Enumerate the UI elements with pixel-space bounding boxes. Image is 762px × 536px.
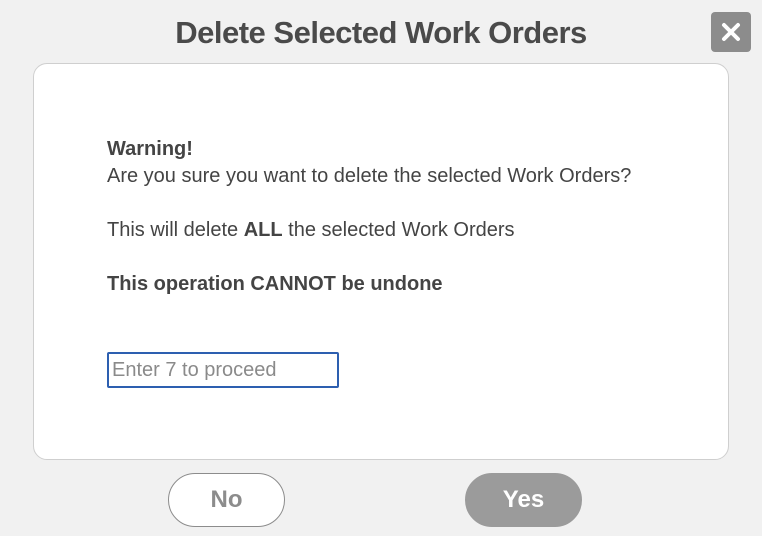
delete-all-notice: This will delete ALL the selected Work O… — [107, 217, 515, 244]
confirm-number-input[interactable] — [107, 352, 339, 388]
yes-button[interactable]: Yes — [465, 473, 582, 527]
warning-question: Are you sure you want to delete the sele… — [107, 165, 632, 187]
delete-all-prefix: This will delete — [107, 219, 244, 241]
close-button[interactable] — [711, 12, 751, 52]
no-button[interactable]: No — [168, 473, 285, 527]
dialog-title: Delete Selected Work Orders — [175, 15, 587, 50]
delete-all-suffix: the selected Work Orders — [282, 219, 515, 241]
cannot-undo-warning: This operation CANNOT be undone — [107, 273, 443, 295]
close-x-icon — [722, 23, 740, 41]
warning-heading: Warning! — [107, 138, 193, 160]
delete-all-emphasis: ALL — [243, 219, 283, 241]
dialog-content-panel: Warning! Are you sure you want to delete… — [33, 63, 729, 460]
